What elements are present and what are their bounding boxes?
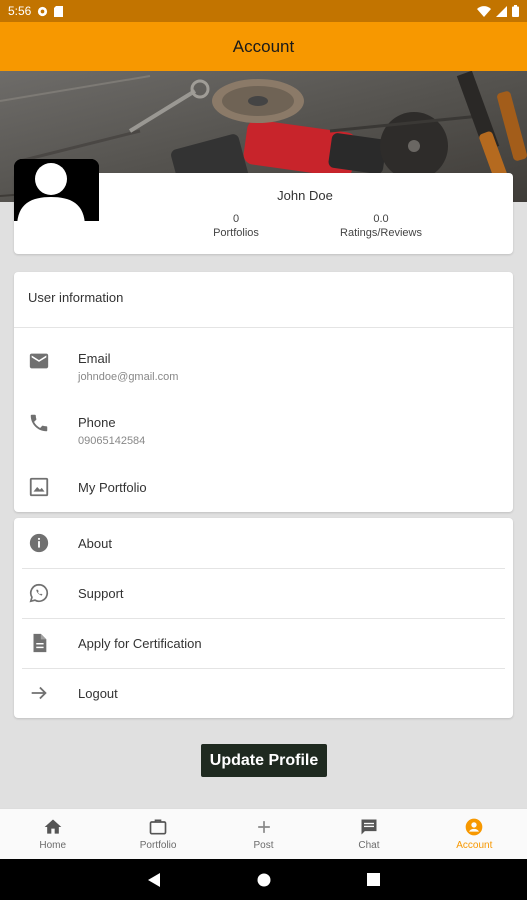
nav-portfolio[interactable]: Portfolio bbox=[105, 809, 210, 859]
menu-item-about[interactable]: About bbox=[14, 518, 513, 568]
status-bar: 5:56 bbox=[0, 0, 527, 22]
chat-icon bbox=[361, 819, 377, 835]
notification-icon bbox=[38, 6, 48, 16]
whatsapp-icon bbox=[29, 583, 49, 603]
sim-card-icon bbox=[54, 5, 64, 17]
wifi-icon bbox=[477, 5, 491, 17]
app-bar: Account bbox=[0, 22, 527, 71]
support-label: Support bbox=[78, 586, 124, 601]
page-title: Account bbox=[232, 36, 295, 56]
email-value: johndoe@gmail.com bbox=[78, 371, 179, 383]
settings-menu-card: About Support Apply for Certification Lo… bbox=[14, 518, 513, 718]
nav-account-label: Account bbox=[456, 840, 493, 851]
nav-post[interactable]: Post bbox=[211, 809, 316, 859]
nav-account[interactable]: Account bbox=[422, 809, 527, 859]
about-label: About bbox=[78, 536, 112, 551]
avatar[interactable] bbox=[14, 159, 99, 227]
person-icon bbox=[14, 159, 99, 227]
system-navigation-bar bbox=[0, 859, 527, 900]
info-icon bbox=[29, 533, 49, 553]
battery-icon bbox=[512, 5, 519, 17]
phone-value: 09065142584 bbox=[78, 435, 146, 447]
portfolios-count: 0 bbox=[232, 213, 240, 225]
nav-home[interactable]: Home bbox=[0, 809, 105, 859]
email-row[interactable]: Email johndoe@gmail.com bbox=[14, 342, 513, 392]
account-circle-icon bbox=[465, 818, 483, 836]
nav-portfolio-label: Portfolio bbox=[139, 840, 177, 851]
recents-icon[interactable] bbox=[367, 873, 380, 886]
ratings-stat[interactable]: 0.0 Ratings/Reviews bbox=[326, 212, 436, 240]
phone-icon bbox=[30, 414, 48, 432]
user-info-card: User information Email johndoe@gmail.com… bbox=[14, 272, 513, 512]
portfolios-label: Portfolios bbox=[213, 227, 259, 239]
user-info-header: User information bbox=[28, 290, 124, 305]
briefcase-icon bbox=[149, 819, 167, 835]
email-label: Email bbox=[78, 351, 111, 366]
back-icon[interactable] bbox=[147, 872, 161, 888]
menu-item-logout[interactable]: Logout bbox=[14, 669, 513, 718]
document-icon bbox=[33, 633, 47, 653]
divider bbox=[14, 327, 513, 328]
plus-icon bbox=[257, 821, 270, 833]
menu-item-support[interactable]: Support bbox=[14, 569, 513, 618]
home-button-icon[interactable] bbox=[257, 873, 271, 887]
nav-chat-label: Chat bbox=[358, 840, 380, 851]
phone-row[interactable]: Phone 09065142584 bbox=[14, 406, 513, 456]
ratings-label: Ratings/Reviews bbox=[340, 227, 422, 239]
menu-item-certification[interactable]: Apply for Certification bbox=[14, 619, 513, 668]
portfolio-image-icon bbox=[29, 477, 49, 497]
status-time: 5:56 bbox=[8, 4, 32, 18]
my-portfolio-label: My Portfolio bbox=[78, 480, 147, 495]
nav-chat[interactable]: Chat bbox=[316, 809, 421, 859]
home-icon bbox=[44, 819, 62, 834]
nav-home-label: Home bbox=[39, 840, 67, 851]
ratings-value: 0.0 bbox=[373, 213, 389, 225]
phone-label: Phone bbox=[78, 415, 116, 430]
email-icon bbox=[29, 353, 49, 369]
certification-label: Apply for Certification bbox=[78, 636, 202, 651]
update-profile-button[interactable]: Update Profile bbox=[201, 744, 327, 777]
bottom-navigation: Home Portfolio Post Chat Account bbox=[0, 808, 527, 859]
logout-label: Logout bbox=[78, 686, 118, 701]
my-portfolio-row[interactable]: My Portfolio bbox=[14, 470, 513, 506]
profile-name: John Doe bbox=[277, 188, 333, 203]
arrow-right-icon bbox=[31, 686, 47, 700]
signal-icon bbox=[496, 5, 507, 17]
portfolios-stat[interactable]: 0 Portfolios bbox=[196, 212, 276, 240]
nav-post-label: Post bbox=[253, 840, 274, 851]
